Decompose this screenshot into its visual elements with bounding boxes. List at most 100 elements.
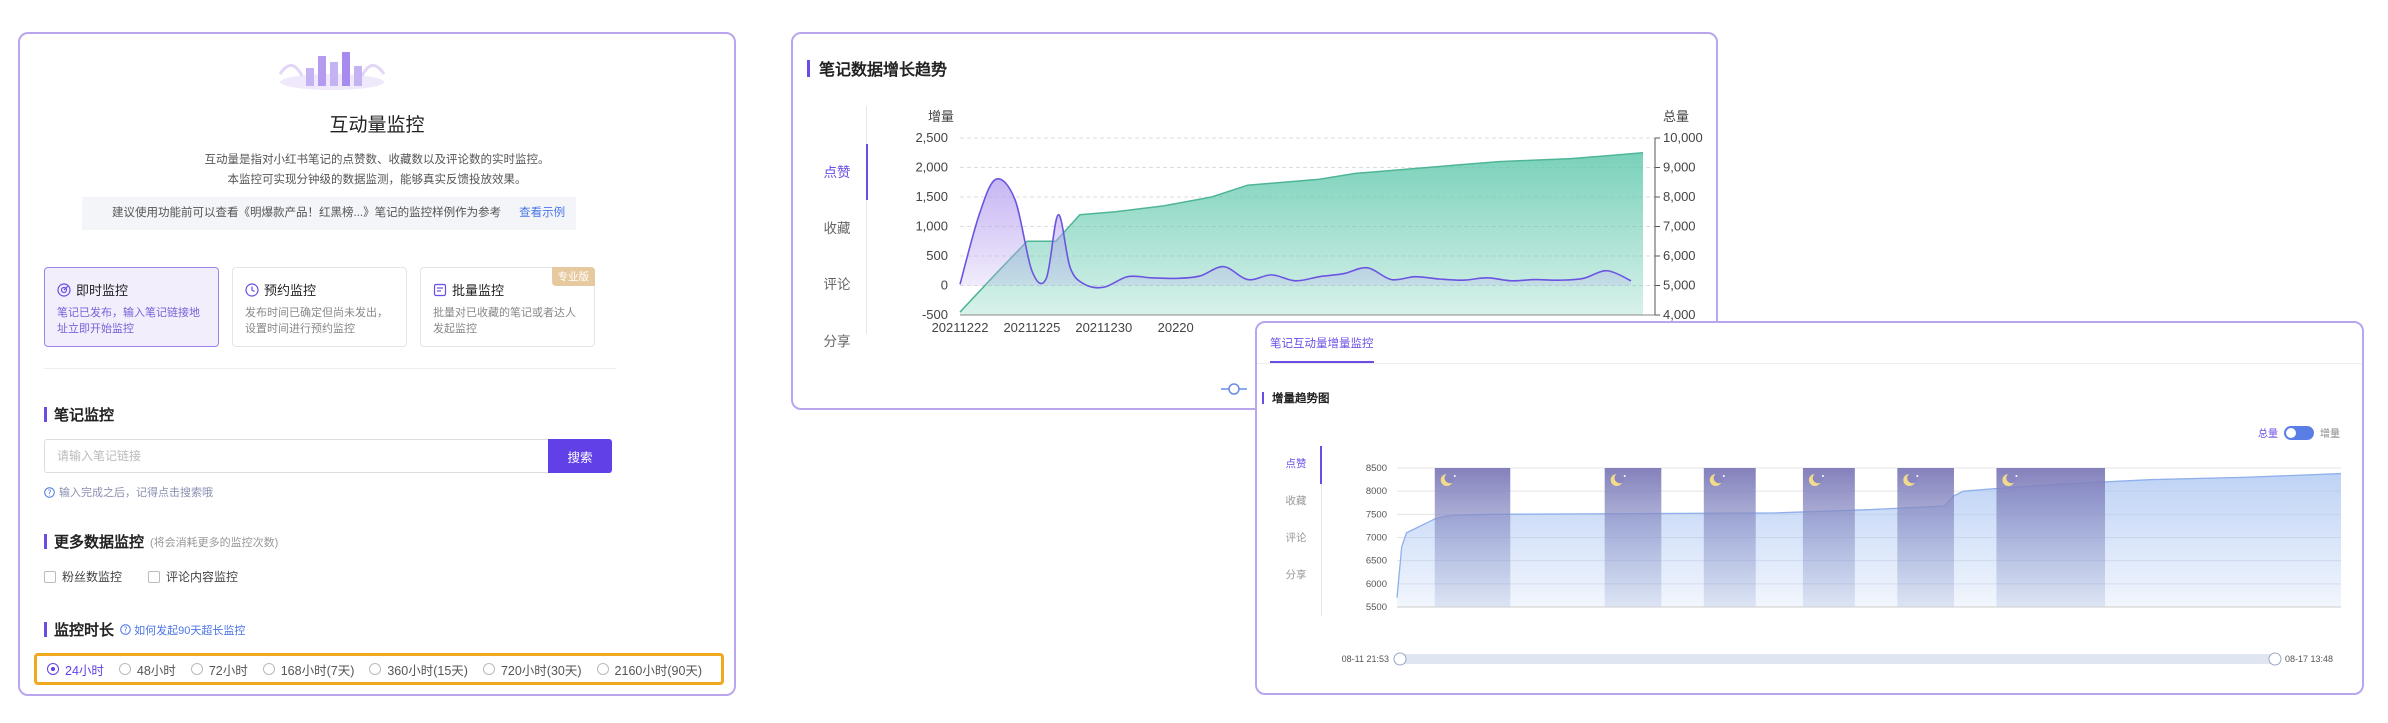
mode-desc-2: 发起监控 [433,323,477,335]
mode-batch-monitor[interactable]: 专业版 批量监控 批量对已收藏的笔记或者达人 发起监控 [420,267,595,347]
duration-24h-radio[interactable]: 24小时 [47,660,104,679]
zoom-slider-track [1400,654,2275,664]
y-axis-label: 增量 [928,109,954,124]
series-total-area [1397,473,2341,607]
slider-start-label: 08-11 21:53 [1342,654,1389,664]
mode-desc-1: 笔记已发布，输入笔记链接地 [57,307,200,319]
y2-tick-label: 10,000 [1663,130,1703,145]
night-band [1802,468,1855,607]
y-tick-label: 8000 [1366,486,1387,497]
help-text[interactable]: 如何发起90天超长监控 [134,625,245,637]
view-example-link[interactable]: 查看示例 [519,207,565,219]
radio-label: 24小时 [65,663,104,678]
monitor-mode-selector: 即时监控 笔记已发布，输入笔记链接地 址立即开始监控 预约监控 发布时间已确定但尚… [44,267,616,347]
y-tick-label: 7500 [1366,509,1387,520]
duration-2160h-radio[interactable]: 2160小时(90天) [596,660,703,679]
radio-label: 168小时(7天) [280,663,355,678]
mode-scheduled-monitor[interactable]: 预约监控 发布时间已确定但尚未发出， 设置时间进行预约监控 [232,267,407,347]
y-tick-label: 6000 [1366,579,1387,590]
pro-badge: 专业版 [551,267,595,286]
checkbox-box[interactable] [44,570,56,583]
duration-168h-radio[interactable]: 168小时(7天) [262,660,355,679]
y2-axis-label: 总量 [1663,109,1689,124]
night-band [1703,468,1756,607]
x-tick-label: 20211230 [1075,320,1132,335]
y-tick-label: 0 [941,278,948,293]
section-title: 更多数据监控 [54,534,145,551]
mode-title: 批量监控 [452,283,505,298]
extra-monitor-options: 粉丝数监控 评论内容监控 [44,568,238,585]
radio-dot[interactable] [369,663,382,675]
mode-instant-monitor[interactable]: 即时监控 笔记已发布，输入笔记链接地 址立即开始监控 [44,267,219,347]
duration-72h-radio[interactable]: 72小时 [190,660,248,679]
y2-tick-label: 7,000 [1663,219,1696,234]
search-row: 搜索 [44,439,612,473]
note-monitor-heading: 笔记监控 [44,404,114,425]
section-title: 监控时长 [54,622,115,639]
comment-monitor-checkbox[interactable]: 评论内容监控 [148,568,238,585]
y-tick-label: 7000 [1366,533,1387,544]
radio-dot[interactable] [596,663,609,675]
section-title: 笔记监控 [54,407,115,424]
y2-tick-label: 9,000 [1663,160,1696,175]
question-circle-icon: ? [120,623,131,635]
radio-label: 360小时(15天) [387,663,468,678]
y-tick-label: 5500 [1366,602,1387,613]
slider-end-handle-icon [2268,652,2282,666]
long-monitor-help-link[interactable]: ? 如何发起90天超长监控 [120,622,245,638]
interaction-monitor-panel: 互动量监控 互动量是指对小红书笔记的点赞数、收藏数以及评论数的实时监控。 本监控… [18,32,736,696]
y2-tick-label: 4,000 [1663,307,1696,322]
duration-heading: 监控时长 ? 如何发起90天超长监控 [44,619,245,640]
y-tick-label: 500 [926,248,948,263]
duration-720h-radio[interactable]: 720小时(30天) [482,660,582,679]
clock-icon [245,282,259,297]
x-tick-label: 20211225 [1003,320,1060,335]
radio-dot[interactable] [47,663,59,675]
more-data-heading: 更多数据监控 (将会消耗更多的监控次数) [44,531,278,552]
radio-dot[interactable] [190,663,203,675]
increment-trend-chart: 5500 6000 6500 7000 7500 8000 8500 08-11 21:53 0… [1342,463,2342,666]
mode-desc-1: 发布时间已确定但尚未发出， [245,307,388,319]
y-tick-label: 2,000 [915,160,948,175]
mode-desc-2: 设置时间进行预约监控 [245,323,355,335]
increment-monitor-panel: 笔记互动量增量监控 增量趋势图 总量 增量 点赞 收藏 评论 分享 5500 60… [1255,321,2364,695]
question-circle-icon: ? [44,486,55,498]
night-band [1604,468,1662,607]
radio-dot[interactable] [262,663,275,675]
note-link-input[interactable] [44,439,548,473]
follower-monitor-checkbox[interactable]: 粉丝数监控 [44,568,122,585]
radio-label: 2160小时(90天) [614,663,703,678]
duration-48h-radio[interactable]: 48小时 [118,660,176,679]
svg-text:?: ? [48,488,52,497]
zoom-handle-icon [1228,383,1240,395]
description-line-2: 本监控可实现分钟级的数据监测，能够真实反馈投放效果。 [227,174,527,186]
radio-dot[interactable] [118,663,131,675]
section-subtitle: (将会消耗更多的监控次数) [150,536,279,549]
search-button[interactable]: 搜索 [548,439,612,473]
y-tick-label: 6500 [1366,556,1387,567]
search-hint: ? 输入完成之后，记得点击搜索哦 [44,484,213,500]
radio-label: 48小时 [136,663,176,678]
y2-tick-label: 6,000 [1663,248,1696,263]
duration-360h-radio[interactable]: 360小时(15天) [369,660,468,679]
tip-text: 建议使用功能前可以查看《明爆款产品！红黑榜...》笔记的监控样例作为参考 [112,207,502,219]
y-tick-label: 8500 [1366,463,1387,474]
x-tick-label: 20211222 [932,320,989,335]
radio-dot[interactable] [482,663,495,675]
radio-label: 72小时 [208,663,248,678]
hint-text: 输入完成之后，记得点击搜索哦 [59,487,213,499]
checkbox-box[interactable] [148,570,161,583]
checkbox-label: 评论内容监控 [166,570,239,584]
x-tick-label: 20220 [1158,320,1194,335]
radio-label: 720小时(30天) [500,663,582,678]
divider [44,368,616,369]
y-tick-label: 2,500 [915,130,948,145]
night-band [1996,468,2105,607]
y2-tick-label: 5,000 [1663,278,1696,293]
night-band [1897,468,1954,607]
radar-icon [57,282,71,297]
mode-title: 即时监控 [76,283,129,298]
duration-radio-group: 24小时 48小时 72小时 168小时(7天) 360小时(15天) 720小… [34,653,724,685]
checkbox-label: 粉丝数监控 [62,570,123,584]
night-band [1434,468,1511,607]
